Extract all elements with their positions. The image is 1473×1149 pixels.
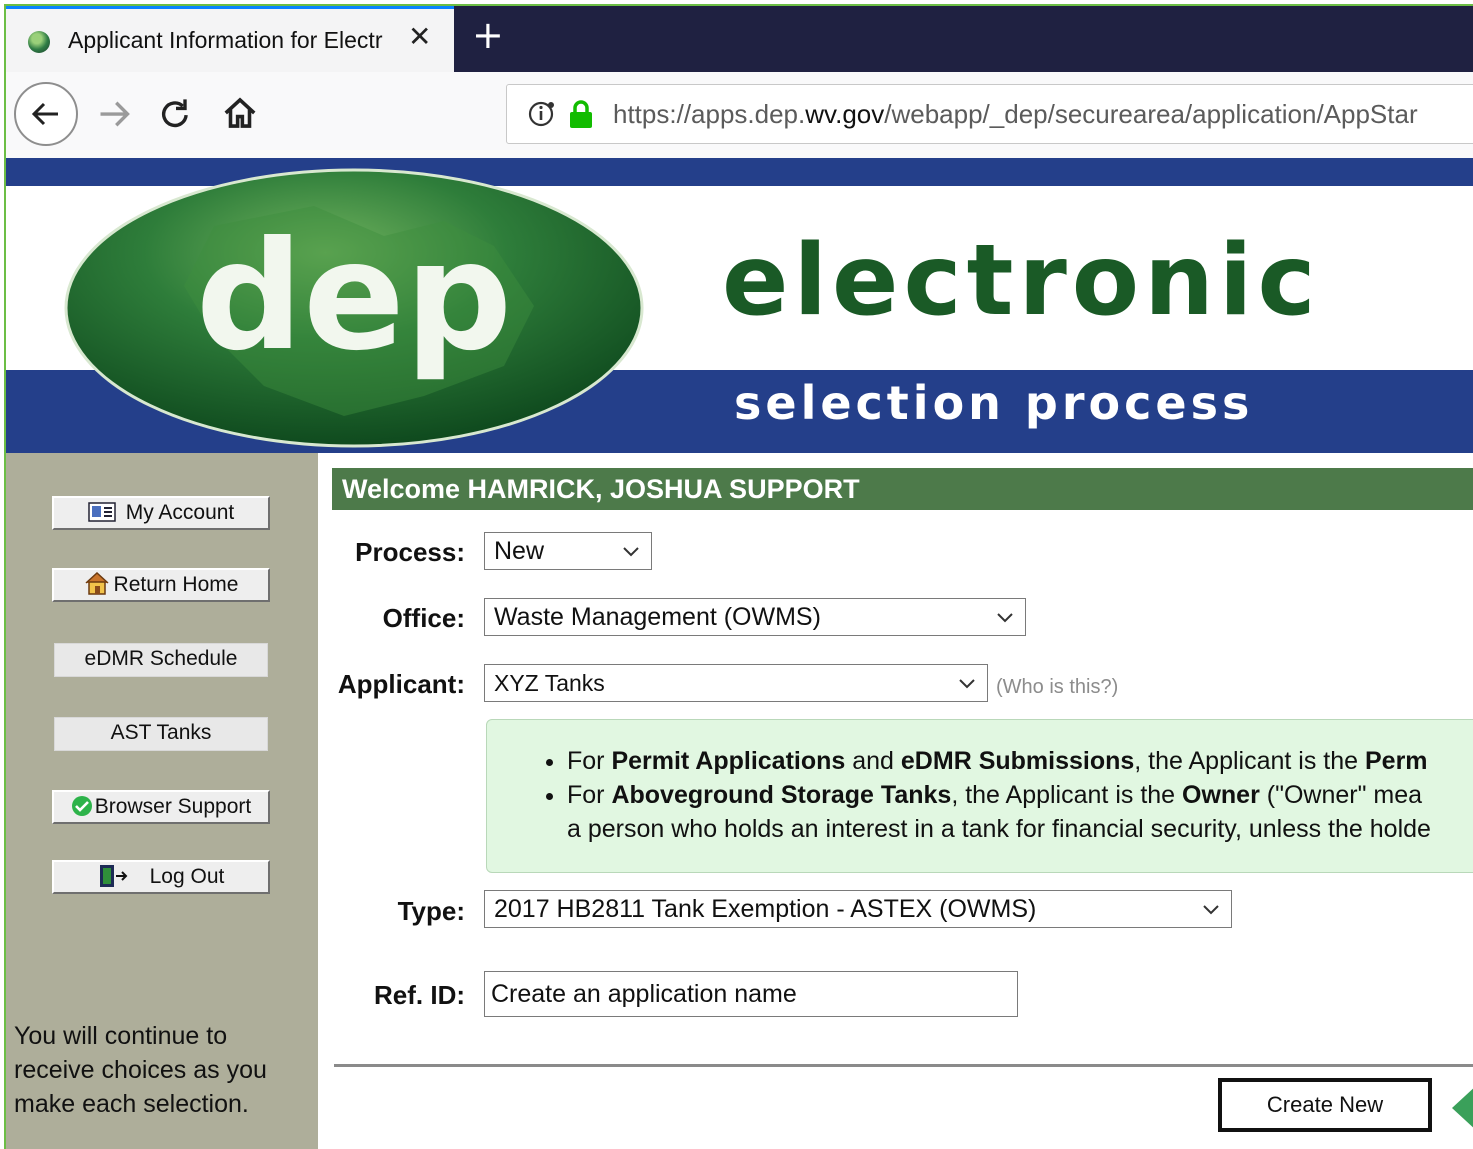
info-item-tanks: For Aboveground Storage Tanks, the Appli… (567, 778, 1473, 846)
active-tab[interactable]: Applicant Information for Electr ✕ (6, 6, 454, 72)
close-tab-icon[interactable]: ✕ (408, 23, 431, 51)
return-home-label: Return Home (113, 573, 239, 596)
process-label: Process: (355, 537, 465, 567)
form-divider (334, 1064, 1473, 1067)
edmr-schedule-label: eDMR Schedule (84, 647, 238, 670)
globe-favicon-icon (28, 31, 50, 53)
my-account-label: My Account (125, 501, 235, 524)
refid-label: Ref. ID: (374, 980, 465, 1010)
url-text: https://apps.dep.wv.gov/webapp/_dep/secu… (613, 99, 1418, 130)
door-exit-icon (99, 865, 128, 887)
office-label: Office: (382, 603, 465, 633)
chevron-down-icon (623, 547, 639, 557)
my-account-button[interactable]: My Account (52, 496, 270, 530)
green-check-icon (71, 796, 92, 816)
browser-support-button[interactable]: Browser Support (52, 790, 270, 824)
browser-window: Applicant Information for Electr ✕ + htt… (4, 4, 1473, 1149)
who-is-this-link[interactable]: (Who is this?) (996, 676, 1118, 699)
ast-tanks-button[interactable]: AST Tanks (54, 717, 268, 751)
url-prefix: https://apps.dep. (613, 99, 806, 129)
type-select[interactable]: 2017 HB2811 Tank Exemption - ASTEX (OWMS… (484, 890, 1232, 928)
office-value: Waste Management (OWMS) (494, 603, 821, 631)
info-list: For Permit Applications and eDMR Submiss… (527, 744, 1473, 846)
info-item-permits: For Permit Applications and eDMR Submiss… (567, 744, 1473, 778)
tab-title: Applicant Information for Electr (68, 27, 383, 53)
welcome-header: Welcome HAMRICK, JOSHUA SUPPORT (332, 468, 1473, 510)
house-icon (85, 571, 109, 595)
help-text: You will continue to receive choices as … (14, 1022, 267, 1118)
secure-lock-icon[interactable] (567, 99, 595, 129)
callout-arrow-icon (1452, 1088, 1473, 1128)
banner-subhead: selection process (734, 376, 1254, 430)
tab-strip: Applicant Information for Electr ✕ + (6, 6, 1473, 72)
chevron-down-icon (959, 679, 975, 689)
site-banner: electronic selection process dep (6, 158, 1473, 453)
process-select[interactable]: New (484, 532, 652, 570)
edmr-schedule-button[interactable]: eDMR Schedule (54, 643, 268, 677)
applicant-value: XYZ Tanks (494, 670, 605, 696)
back-arrow-icon (31, 102, 58, 126)
process-value: New (494, 537, 545, 565)
back-button[interactable] (14, 82, 78, 146)
office-select[interactable]: Waste Management (OWMS) (484, 598, 1026, 636)
url-path: /webapp/_dep/securearea/application/AppS… (884, 99, 1418, 129)
address-bar[interactable]: https://apps.dep.wv.gov/webapp/_dep/secu… (506, 84, 1473, 144)
sidebar: My Account Return Home eDMR Schedule AST… (6, 453, 318, 1149)
new-tab-button[interactable]: + (472, 16, 504, 54)
forward-arrow-icon[interactable] (96, 96, 132, 132)
home-icon[interactable] (220, 94, 260, 132)
applicant-label: Applicant: (337, 669, 465, 699)
dep-logo: dep (64, 168, 644, 448)
reload-icon[interactable] (158, 96, 194, 132)
chevron-down-icon (997, 613, 1013, 623)
applicant-info-box: For Permit Applications and eDMR Submiss… (486, 719, 1473, 873)
type-value: 2017 HB2811 Tank Exemption - ASTEX (OWMS… (494, 895, 1037, 923)
applicant-select[interactable]: XYZ Tanks (484, 664, 988, 702)
navigation-toolbar: https://apps.dep.wv.gov/webapp/_dep/secu… (6, 72, 1473, 159)
browser-support-label: Browser Support (94, 795, 252, 818)
type-label: Type: (397, 896, 465, 926)
refid-input[interactable]: Create an application name (484, 971, 1018, 1017)
log-out-button[interactable]: Log Out (52, 860, 270, 894)
id-card-icon (87, 502, 116, 522)
chevron-down-icon (1203, 905, 1219, 915)
ast-tanks-label: AST Tanks (110, 721, 212, 744)
page-info-icon[interactable] (527, 99, 557, 129)
banner-headline: electronic (722, 224, 1321, 338)
logo-text: dep (196, 210, 512, 384)
create-new-button[interactable]: Create New (1218, 1078, 1432, 1132)
return-home-button[interactable]: Return Home (52, 568, 270, 602)
url-domain: wv.gov (805, 99, 885, 129)
log-out-label: Log Out (149, 865, 225, 888)
